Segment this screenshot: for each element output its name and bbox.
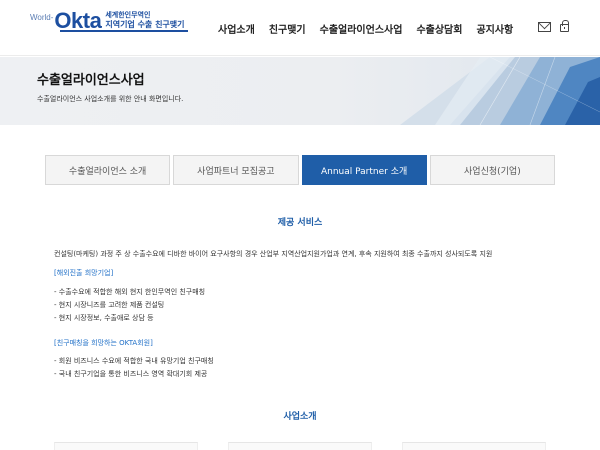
- logo-tagline-line1: 세계한인무역인: [105, 11, 151, 19]
- business-card: [228, 442, 372, 450]
- logo-tagline: 세계한인무역인 지역기업 수출 친구맺기: [105, 10, 184, 30]
- group1-list: - 수출수요에 적합한 해외 현지 한인무역인 친구매칭 - 현지 시장니즈를 …: [54, 286, 205, 325]
- logo-okta-text: Okta: [54, 8, 102, 33]
- nav-item-export-consulting[interactable]: 수출상담회: [416, 21, 462, 36]
- tab-annual-partner[interactable]: Annual Partner 소개: [301, 155, 427, 185]
- list-item: - 국내 친구기업을 통한 비즈니스 영역 확대기회 제공: [54, 370, 208, 378]
- tab-alliance-intro[interactable]: 수출얼라이언스 소개: [45, 155, 171, 185]
- site-header: World- Okta 세계한인무역인 지역기업 수출 친구맺기 사업소개 친구…: [0, 0, 600, 56]
- nav-item-export-alliance[interactable]: 수출얼라이언스사업: [320, 21, 403, 36]
- page-description: 수출얼라이언스 사업소개를 위한 안내 화면입니다.: [37, 95, 184, 103]
- group2-heading: [친구매칭을 희망하는 OKTA회원]: [54, 339, 153, 347]
- logo-world-text: World-: [30, 13, 54, 22]
- nav-item-business-intro[interactable]: 사업소개: [218, 21, 255, 36]
- list-item: - 현지 시장니즈를 고려한 제품 컨설팅: [54, 301, 165, 309]
- main-nav: 사업소개 친구맺기 수출얼라이언스사업 수출상담회 공지사항: [218, 21, 527, 36]
- hero-geometric-art: [400, 57, 600, 125]
- nav-item-friends[interactable]: 친구맺기: [269, 21, 306, 36]
- hero-banner: 수출얼라이언스사업 수출얼라이언스 사업소개를 위한 안내 화면입니다.: [0, 57, 600, 125]
- logo-underline: [60, 30, 188, 32]
- logo-tagline-line2: 지역기업 수출 친구맺기: [105, 20, 185, 29]
- page-title: 수출얼라이언스사업: [37, 73, 145, 88]
- tab-business-apply[interactable]: 사업신청(기업): [429, 155, 555, 185]
- business-cards: [54, 442, 546, 450]
- group2-list: - 회원 비즈니스 수요에 적합한 국내 유망기업 친구매칭 - 국내 친구기업…: [54, 355, 214, 381]
- section-tabs: 수출얼라이언스 소개 사업파트너 모집공고 Annual Partner 소개 …: [45, 155, 555, 185]
- service-section-title: 제공 서비스: [277, 218, 323, 228]
- business-section-title: 사업소개: [283, 412, 317, 422]
- lock-icon[interactable]: [560, 20, 569, 32]
- list-item: - 회원 비즈니스 수요에 적합한 국내 유망기업 친구매칭: [54, 357, 214, 365]
- site-logo[interactable]: World- Okta 세계한인무역인 지역기업 수출 친구맺기: [30, 10, 185, 32]
- nav-item-notice[interactable]: 공지사항: [476, 21, 513, 36]
- list-item: - 수출수요에 적합한 해외 현지 한인무역인 친구매칭: [54, 288, 206, 296]
- business-card: [54, 442, 198, 450]
- group1-heading: [해외진출 희망기업]: [54, 269, 114, 277]
- tab-partner-recruit[interactable]: 사업파트너 모집공고: [173, 155, 299, 185]
- list-item: - 현지 시장정보, 수출애로 상담 등: [54, 314, 154, 322]
- business-card: [402, 442, 546, 450]
- service-intro: 컨설팅(마케팅) 과정 주 상 수출수요에 디바한 바이어 요구사항의 경우 산…: [54, 250, 493, 258]
- mail-icon[interactable]: [538, 22, 551, 32]
